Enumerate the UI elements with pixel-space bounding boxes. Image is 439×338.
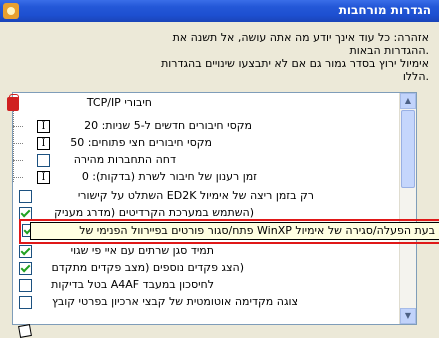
warning-line: אימיול ירוץ בסדר גמור גם אם לא יתבצעו שי…	[161, 57, 429, 70]
warning-line: .ההגדרות הבאות	[349, 44, 429, 57]
option-row[interactable]: לחיסכון במעבד A4AF בטל בדיקות	[34, 276, 214, 294]
title-bar: הגדרות מורחבות	[0, 0, 439, 22]
tree-item[interactable]: דחה התחברות מהירה	[52, 151, 176, 169]
tree-connector	[13, 177, 23, 178]
input-field-icon[interactable]: I	[37, 171, 50, 184]
tooltip-text: בעת הפעלה/סגירה של אימיול WinXP פתח/סגור…	[79, 224, 435, 237]
scroll-down-arrow-icon[interactable]: ▼	[400, 308, 416, 324]
warning-line: אזהרה: כל עוד אינך יודע מה אתה עושה, אל …	[172, 31, 429, 44]
option-row[interactable]: רק בזמן ריצה של אימיול ED2K השתלט על קיש…	[34, 187, 314, 205]
tree-item-label: דחה התחברות מהירה	[73, 153, 176, 166]
scroll-thumb[interactable]	[401, 110, 415, 188]
tree-connector	[13, 111, 15, 182]
tree-group-label: חיבורי TCP/IP	[86, 96, 152, 109]
mouse-cursor-icon	[18, 324, 32, 338]
option-checkbox[interactable]	[19, 245, 32, 258]
tree-item-label: זמן רענון של חיבור לשרת (בדקות): 0	[81, 170, 257, 183]
option-label: (הצג פקדים נוספים (מצב פקדים מתקדם	[51, 261, 244, 274]
option-checkbox[interactable]	[19, 190, 32, 203]
tree-item[interactable]: זמן רענון של חיבור לשרת (בדקות): 0	[52, 168, 257, 186]
option-label: רק בזמן ריצה של אימיול ED2K השתלט על קיש…	[77, 189, 314, 202]
tree-item[interactable]: מקסי חיבורים חצי פתוחים: 50	[52, 134, 212, 152]
tree-item-label: מקסי חיבורים חדשים ל-5 שניות: 20	[84, 119, 252, 132]
tree-item-checkbox[interactable]	[37, 154, 50, 167]
warning-line: .הללו	[402, 70, 429, 83]
tree-connector	[13, 160, 23, 161]
tooltip: בעת הפעלה/סגירה של אימיול WinXP פתח/סגור…	[30, 222, 439, 240]
input-field-icon[interactable]: I	[37, 120, 50, 133]
option-label: (השתמש במערכת הקרדיטים (מדרג מעניק	[54, 206, 254, 219]
scroll-up-arrow-icon[interactable]: ▲	[400, 93, 416, 109]
tree-item-label: מקסי חיבורים חצי פתוחים: 50	[70, 136, 212, 149]
option-checkbox[interactable]	[19, 279, 32, 292]
tree-connector	[13, 143, 23, 144]
input-field-icon[interactable]: I	[37, 137, 50, 150]
option-checkbox[interactable]	[19, 296, 32, 309]
tree-item[interactable]: מקסי חיבורים חדשים ל-5 שניות: 20	[52, 117, 252, 135]
option-row[interactable]: (הצג פקדים נוספים (מצב פקדים מתקדם	[34, 259, 244, 277]
option-row[interactable]: צוגה מקדימה אוטומטית של קבצי ארכיון בפרט…	[34, 293, 298, 311]
option-label: לחיסכון במעבד A4AF בטל בדיקות	[51, 278, 214, 291]
tree-connector	[13, 126, 23, 127]
option-label: תמיד סגן שרתים עם איי פי שגוי	[70, 244, 214, 257]
vertical-scrollbar[interactable]: ▲ ▼	[399, 93, 416, 324]
window-title: הגדרות מורחבות	[338, 3, 431, 17]
option-label: צוגה מקדימה אוטומטית של קבצי ארכיון בפרט…	[51, 295, 298, 308]
option-checkbox[interactable]	[19, 262, 32, 275]
option-row[interactable]: תמיד סגן שרתים עם איי פי שגוי	[34, 242, 214, 260]
app-icon	[3, 3, 19, 19]
network-folder-icon	[7, 94, 19, 111]
warning-text: אזהרה: כל עוד אינך יודע מה אתה עושה, אל …	[10, 31, 429, 83]
tree-group-tcpip[interactable]: חיבורי TCP/IP	[24, 94, 152, 112]
